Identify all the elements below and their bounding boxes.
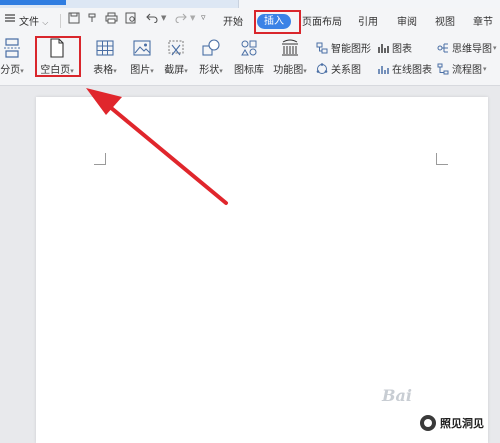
- brand-badge: 照见洞见: [420, 415, 484, 431]
- brand-logo-icon: [420, 415, 436, 431]
- brand-name: 照见洞见: [440, 417, 484, 430]
- annotation-arrow: [86, 88, 228, 205]
- watermark: Bai: [382, 386, 412, 405]
